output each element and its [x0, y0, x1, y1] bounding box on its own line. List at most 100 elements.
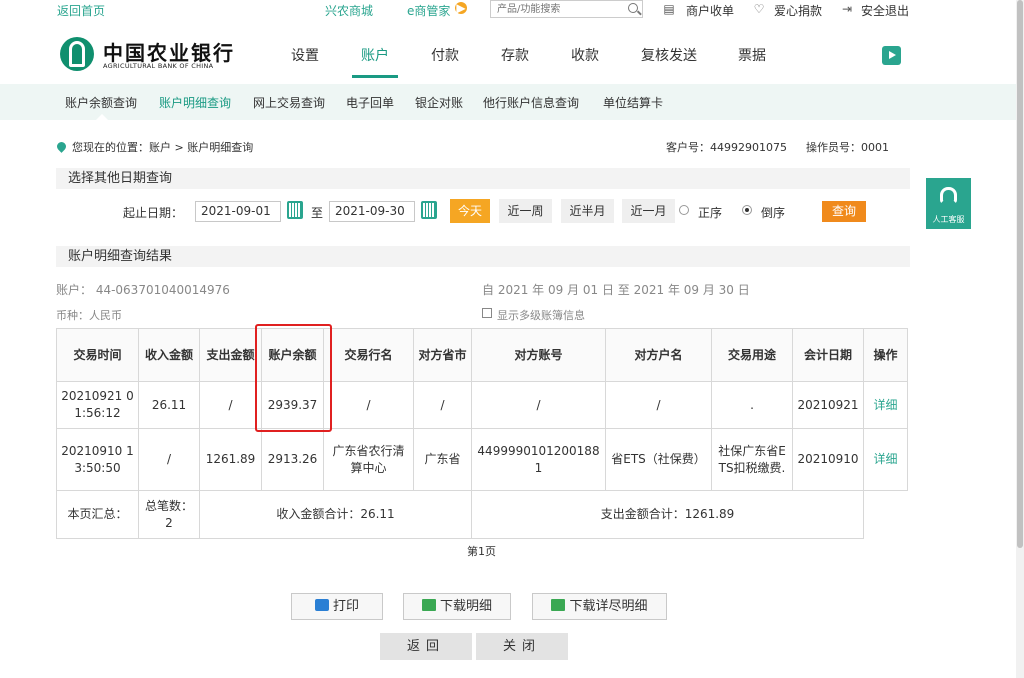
nav-bills[interactable]: 票据 — [738, 45, 766, 65]
column-header: 会计日期 — [792, 328, 864, 382]
table-cell: 详细 — [863, 381, 908, 429]
table-cell: 26.11 — [138, 381, 200, 429]
play-icon: ▶ — [455, 1, 467, 15]
table-cell: 20210910 — [792, 428, 864, 491]
subnav-settlement-card[interactable]: 单位结算卡 — [603, 94, 663, 111]
transaction-table: 交易时间 收入金额 支出金额 账户余额 交易行名 对方省市 对方账号 对方户名 … — [56, 328, 908, 539]
table-cell: / — [323, 381, 414, 429]
nav-payment[interactable]: 付款 — [431, 45, 459, 65]
table-header-row: 交易时间 收入金额 支出金额 账户余额 交易行名 对方省市 对方账号 对方户名 … — [56, 328, 908, 382]
table-cell: 社保广东省ETS扣税缴费. — [711, 428, 793, 491]
logout-link[interactable]: 安全退出 — [861, 2, 909, 19]
start-date-input[interactable]: 2021-09-01 — [195, 201, 281, 222]
nav-settings[interactable]: 设置 — [291, 45, 319, 65]
subnav-balance-query[interactable]: 账户余额查询 — [65, 94, 137, 111]
table-cell — [864, 491, 908, 539]
breadcrumb-text: 您现在的位置：账户 > 账户明细查询 — [72, 141, 254, 154]
table-row: 20210921 01:56:12 26.11 / 2939.37 / / / … — [56, 381, 908, 429]
donation-link[interactable]: 爱心捐款 — [774, 2, 822, 19]
end-date-input[interactable]: 2021-09-30 — [329, 201, 415, 222]
table-cell: 1261.89 — [199, 428, 262, 491]
heart-hand-icon: ♡ — [753, 2, 765, 16]
date-range-label: 起止日期： — [123, 206, 184, 220]
back-button[interactable]: 返回 — [380, 633, 472, 660]
desc-label: 倒序 — [761, 206, 786, 220]
download-button[interactable]: 下载明细 — [403, 593, 511, 620]
query-period: 自 2021 年 09 月 01 日 至 2021 年 09 月 30 日 — [482, 283, 750, 297]
show-multilevel-checkbox[interactable] — [482, 308, 492, 318]
location-pin-icon — [55, 140, 68, 153]
download-full-label: 下载详尽明细 — [569, 599, 648, 614]
top-utility-bar: 返回首页 兴农商城 e商管家 ▶ ▤ 商户收单 ♡ 爱心捐款 ⇥ 安全退出 — [0, 0, 1024, 20]
subnav-online-tx-query[interactable]: 网上交易查询 — [253, 94, 325, 111]
nav-collection[interactable]: 收款 — [571, 45, 599, 65]
column-header: 收入金额 — [138, 328, 200, 382]
income-total: 收入金额合计：26.11 — [199, 490, 472, 539]
last-month-button[interactable]: 近一月 — [622, 199, 675, 223]
last-halfmonth-button[interactable]: 近半月 — [561, 199, 614, 223]
result-title: 账户明细查询结果 — [56, 246, 910, 267]
column-header: 对方账号 — [471, 328, 606, 382]
calendar-icon[interactable] — [421, 201, 437, 219]
table-cell: / — [199, 381, 262, 429]
query-button[interactable]: 查询 — [822, 201, 866, 222]
expense-total: 支出金额合计：1261.89 — [471, 490, 864, 539]
print-button[interactable]: 打印 — [291, 593, 383, 620]
asc-radio[interactable] — [679, 205, 689, 215]
nav-account[interactable]: 账户 — [361, 45, 389, 65]
table-cell: 20210921 — [792, 381, 864, 429]
nav-deposit[interactable]: 存款 — [501, 45, 529, 65]
home-link[interactable]: 返回首页 — [57, 2, 105, 19]
play-icon[interactable] — [882, 46, 901, 65]
customer-service-label: 人工客服 — [932, 215, 965, 224]
breadcrumb: 您现在的位置：账户 > 账户明细查询 — [55, 139, 254, 155]
nav-review-send[interactable]: 复核发送 — [641, 45, 697, 65]
show-multilevel-label: 显示多级账簿信息 — [497, 309, 585, 322]
download-label: 下载明细 — [439, 599, 492, 614]
brand-name-en: AGRICULTURAL BANK OF CHINA — [103, 62, 214, 70]
column-header: 交易行名 — [323, 328, 414, 382]
table-cell: 广东省 — [413, 428, 472, 491]
page-number: 第1页 — [467, 545, 496, 558]
calendar-icon[interactable] — [287, 201, 303, 219]
search-box[interactable] — [490, 0, 643, 18]
scrollbar-thumb[interactable] — [1017, 0, 1023, 548]
mall-link[interactable]: 兴农商城 — [325, 2, 373, 19]
customer-service-button[interactable]: 人工客服 — [926, 178, 971, 229]
table-cell: 详细 — [863, 428, 908, 491]
scrollbar[interactable] — [1016, 0, 1024, 678]
download-icon — [551, 599, 566, 611]
subnav-reconciliation[interactable]: 银企对账 — [415, 94, 463, 111]
currency: 币种：人民币 — [56, 309, 122, 322]
table-cell: 广东省农行清算中心 — [323, 428, 414, 491]
asc-label: 正序 — [698, 206, 723, 220]
table-cell: / — [471, 381, 606, 429]
operator-number: 操作员号：0001 — [806, 141, 889, 154]
today-button[interactable]: 今天 — [450, 199, 490, 223]
column-header: 支出金额 — [199, 328, 262, 382]
close-button[interactable]: 关闭 — [476, 633, 568, 660]
detail-link[interactable]: 详细 — [873, 398, 897, 412]
column-header: 对方省市 — [413, 328, 472, 382]
last-week-button[interactable]: 近一周 — [499, 199, 552, 223]
balance-highlight-box — [255, 324, 332, 432]
print-label: 打印 — [332, 599, 359, 614]
subnav-detail-query[interactable]: 账户明细查询 — [159, 94, 231, 111]
column-header: 对方户名 — [605, 328, 712, 382]
table-cell: 2913.26 — [261, 428, 324, 491]
subnav-other-bank[interactable]: 他行账户信息查询 — [483, 94, 579, 111]
table-cell: 省ETS（社保费） — [605, 428, 712, 491]
search-icon[interactable] — [628, 3, 638, 13]
detail-link[interactable]: 详细 — [873, 452, 897, 466]
table-cell: / — [413, 381, 472, 429]
download-full-button[interactable]: 下载详尽明细 — [532, 593, 667, 620]
search-input[interactable] — [497, 2, 622, 17]
download-icon — [421, 599, 436, 611]
emanager-link[interactable]: e商管家 — [407, 2, 450, 19]
subnav-caret — [96, 114, 108, 120]
summary-count: 总笔数：2 — [138, 490, 200, 539]
desc-radio[interactable] — [742, 205, 752, 215]
merchant-pay-link[interactable]: 商户收单 — [686, 2, 734, 19]
date-to-label: 至 — [311, 206, 324, 220]
subnav-e-receipt[interactable]: 电子回单 — [346, 94, 394, 111]
